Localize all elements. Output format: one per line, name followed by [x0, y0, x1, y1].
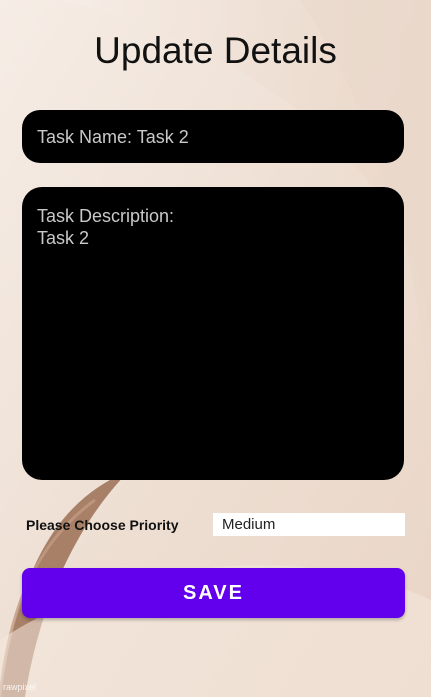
page-title: Update Details [94, 30, 337, 71]
watermark-text: rawpixel [3, 682, 37, 692]
task-description-field[interactable]: Task Description: Task 2 [22, 187, 404, 480]
task-name-field[interactable]: Task Name: Task 2 [22, 110, 404, 163]
save-button[interactable]: SAVE [22, 568, 405, 618]
priority-label: Please Choose Priority [26, 517, 179, 533]
priority-dropdown[interactable]: Medium [213, 513, 405, 536]
